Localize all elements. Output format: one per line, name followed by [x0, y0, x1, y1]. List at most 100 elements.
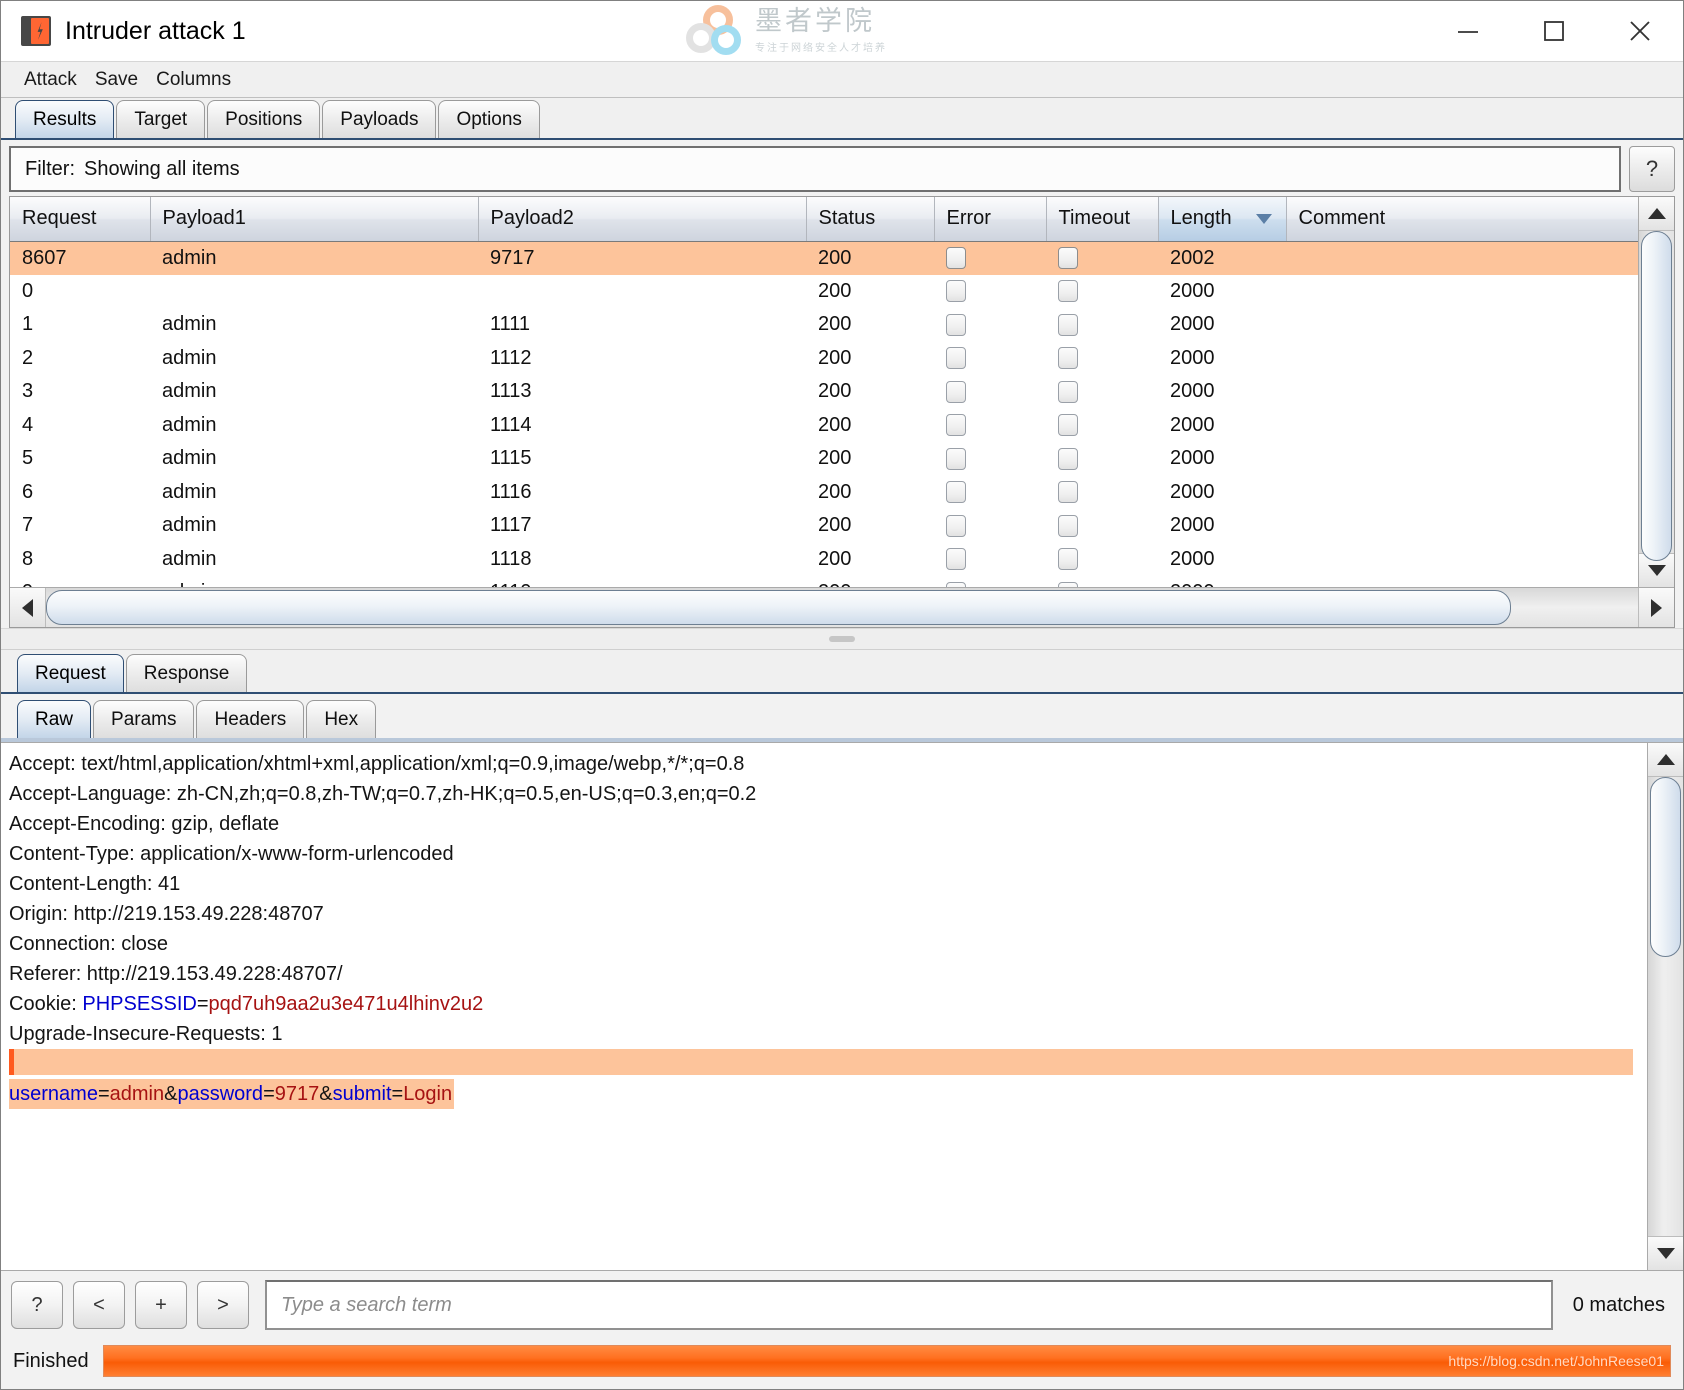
- table-row[interactable]: 1 admin 1111 200 2000: [10, 308, 1638, 342]
- cell-payload1: admin: [150, 542, 478, 576]
- error-checkbox[interactable]: [946, 347, 966, 370]
- body-param-password: password: [177, 1083, 264, 1105]
- timeout-checkbox[interactable]: [1058, 247, 1078, 270]
- maximize-button[interactable]: [1511, 1, 1597, 61]
- request-vertical-scrollbar[interactable]: [1647, 743, 1683, 1270]
- filter-help-button[interactable]: ?: [1629, 146, 1675, 192]
- tab-positions[interactable]: Positions: [207, 100, 321, 138]
- request-raw-text[interactable]: Accept: text/html,application/xhtml+xml,…: [1, 743, 1647, 1270]
- body-amp-1: &: [164, 1083, 178, 1105]
- column-header-comment[interactable]: Comment: [1286, 197, 1638, 242]
- results-horizontal-scrollbar[interactable]: [10, 587, 1674, 627]
- minimize-button[interactable]: [1425, 1, 1511, 61]
- column-header-request[interactable]: Request: [10, 197, 151, 242]
- search-next-button[interactable]: >: [197, 1281, 249, 1329]
- tab-options[interactable]: Options: [438, 100, 540, 138]
- tab-payloads[interactable]: Payloads: [322, 100, 437, 138]
- vertical-scroll-track[interactable]: [1639, 231, 1674, 561]
- timeout-checkbox[interactable]: [1058, 548, 1078, 571]
- timeout-checkbox[interactable]: [1058, 347, 1078, 370]
- table-row[interactable]: 3 admin 1113 200 2000: [10, 375, 1638, 409]
- search-previous-button[interactable]: <: [73, 1281, 125, 1329]
- cell-comment[interactable]: [1286, 241, 1638, 275]
- table-row[interactable]: 8607 admin 9717 200 2002: [10, 241, 1638, 275]
- menu-save[interactable]: Save: [86, 67, 147, 93]
- tab-results[interactable]: Results: [15, 100, 115, 138]
- cell-comment[interactable]: [1286, 408, 1638, 442]
- timeout-checkbox[interactable]: [1058, 447, 1078, 470]
- request-vertical-scroll-track[interactable]: [1648, 777, 1683, 1236]
- table-row[interactable]: 8 admin 1118 200 2000: [10, 542, 1638, 576]
- error-checkbox[interactable]: [946, 414, 966, 437]
- column-header-status[interactable]: Status: [806, 197, 935, 242]
- tab-params[interactable]: Params: [93, 700, 195, 738]
- horizontal-scroll-thumb[interactable]: [46, 590, 1511, 625]
- timeout-checkbox[interactable]: [1058, 280, 1078, 303]
- cell-payload1: admin: [150, 308, 478, 342]
- cell-comment[interactable]: [1286, 542, 1638, 576]
- tab-headers[interactable]: Headers: [196, 700, 305, 738]
- cell-comment[interactable]: [1286, 442, 1638, 476]
- search-help-button[interactable]: ?: [11, 1281, 63, 1329]
- table-row[interactable]: 5 admin 1115 200 2000: [10, 442, 1638, 476]
- tab-hex[interactable]: Hex: [306, 700, 377, 738]
- search-add-button[interactable]: +: [135, 1281, 187, 1329]
- splitter-grip[interactable]: [829, 636, 855, 642]
- table-row[interactable]: 7 admin 1117 200 2000: [10, 509, 1638, 543]
- table-row[interactable]: 2 admin 1112 200 2000: [10, 341, 1638, 375]
- timeout-checkbox[interactable]: [1058, 380, 1078, 403]
- horizontal-scroll-track[interactable]: [46, 588, 1638, 627]
- error-checkbox[interactable]: [946, 380, 966, 403]
- error-checkbox[interactable]: [946, 548, 966, 571]
- results-vertical-scrollbar[interactable]: [1638, 197, 1674, 587]
- request-line-cookie: Cookie: PHPSESSID=pqd7uh9aa2u3e471u4lhin…: [9, 989, 1647, 1019]
- menu-columns[interactable]: Columns: [147, 67, 240, 93]
- request-vertical-scroll-thumb[interactable]: [1650, 777, 1681, 957]
- request-scroll-down-button[interactable]: [1648, 1236, 1683, 1270]
- error-checkbox[interactable]: [946, 313, 966, 336]
- cell-request: 4: [10, 408, 150, 442]
- scroll-right-button[interactable]: [1638, 588, 1674, 627]
- tab-response[interactable]: Response: [125, 654, 248, 692]
- request-scroll-up-button[interactable]: [1648, 743, 1683, 777]
- request-editor[interactable]: Accept: text/html,application/xhtml+xml,…: [1, 742, 1683, 1271]
- error-checkbox[interactable]: [946, 247, 966, 270]
- cell-comment[interactable]: [1286, 308, 1638, 342]
- timeout-checkbox[interactable]: [1058, 313, 1078, 336]
- cell-comment[interactable]: [1286, 375, 1638, 409]
- error-checkbox[interactable]: [946, 514, 966, 537]
- cell-comment[interactable]: [1286, 274, 1638, 308]
- table-row[interactable]: 4 admin 1114 200 2000: [10, 408, 1638, 442]
- cell-request: 6: [10, 475, 150, 509]
- table-row[interactable]: 6 admin 1116 200 2000: [10, 475, 1638, 509]
- error-checkbox[interactable]: [946, 481, 966, 504]
- tab-request[interactable]: Request: [17, 654, 124, 692]
- table-row[interactable]: 0 200 2000: [10, 274, 1638, 308]
- scroll-left-button[interactable]: [10, 588, 46, 627]
- close-button[interactable]: [1597, 1, 1683, 61]
- column-header-length-label: Length: [1170, 207, 1232, 230]
- timeout-checkbox[interactable]: [1058, 414, 1078, 437]
- timeout-checkbox[interactable]: [1058, 481, 1078, 504]
- column-header-timeout[interactable]: Timeout: [1046, 197, 1159, 242]
- panel-splitter[interactable]: [1, 628, 1683, 650]
- arrow-up-icon: [1647, 208, 1666, 219]
- tab-raw[interactable]: Raw: [17, 700, 92, 738]
- scroll-up-button[interactable]: [1639, 197, 1674, 231]
- search-input[interactable]: Type a search term: [265, 1280, 1553, 1330]
- column-header-length[interactable]: Length: [1158, 197, 1287, 242]
- tab-target[interactable]: Target: [116, 100, 206, 138]
- error-checkbox[interactable]: [946, 447, 966, 470]
- cell-length: 2000: [1158, 375, 1286, 409]
- column-header-error[interactable]: Error: [934, 197, 1047, 242]
- cell-comment[interactable]: [1286, 475, 1638, 509]
- menu-attack[interactable]: Attack: [15, 67, 86, 93]
- filter-bar[interactable]: Filter: Showing all items: [9, 146, 1621, 192]
- timeout-checkbox[interactable]: [1058, 514, 1078, 537]
- cell-comment[interactable]: [1286, 341, 1638, 375]
- vertical-scroll-thumb[interactable]: [1641, 231, 1672, 561]
- error-checkbox[interactable]: [946, 280, 966, 303]
- column-header-payload1[interactable]: Payload1: [150, 197, 479, 242]
- cell-comment[interactable]: [1286, 509, 1638, 543]
- column-header-payload2[interactable]: Payload2: [478, 197, 807, 242]
